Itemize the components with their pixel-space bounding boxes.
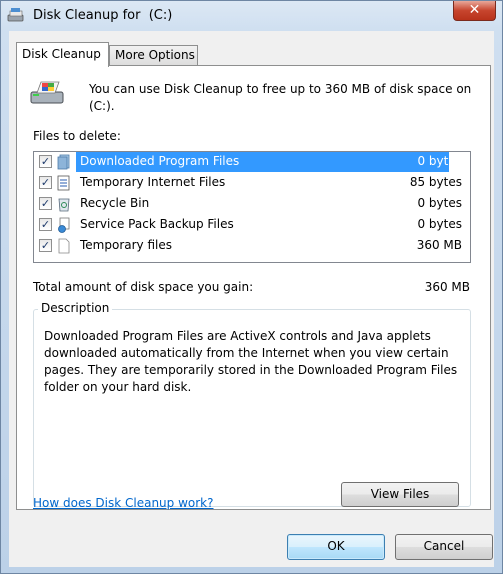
recycle-bin-icon (58, 198, 70, 212)
document-icon (57, 175, 70, 191)
file-size: 0 bytes (417, 154, 462, 168)
file-name: Temporary files (80, 238, 172, 252)
view-files-button[interactable]: View Files (341, 482, 459, 507)
close-button[interactable]: ✕ (453, 1, 496, 21)
file-size: 0 bytes (417, 196, 462, 210)
blank-file-icon (58, 238, 70, 254)
tab-panel-disk-cleanup: You can use Disk Cleanup to free up to 3… (16, 65, 491, 510)
disk-cleanup-window: Disk Cleanup for (C:) ✕ Disk Cleanup Mor… (0, 0, 503, 574)
window-title: Disk Cleanup for (C:) (33, 8, 173, 23)
file-row-recycle-bin[interactable]: ✓ Recycle Bin 0 bytes (34, 194, 470, 214)
total-space-label: Total amount of disk space you gain: (33, 280, 254, 294)
file-row-temporary-files[interactable]: ✓ Temporary files 360 MB (34, 236, 470, 256)
folder-icon (57, 154, 70, 170)
checkbox-temporary-internet-files[interactable]: ✓ (39, 176, 52, 189)
file-row-temporary-internet-files[interactable]: ✓ Temporary Internet Files 85 bytes (34, 173, 470, 193)
close-icon: ✕ (468, 2, 481, 18)
file-row-downloaded-program-files[interactable]: ✓ Downloaded Program Files 0 bytes (34, 152, 470, 172)
total-space-value: 360 MB (424, 280, 470, 294)
backup-icon (58, 217, 70, 233)
tab-more-options[interactable]: More Options (109, 45, 198, 66)
file-size: 0 bytes (417, 217, 462, 231)
file-row-service-pack-backup-files[interactable]: ✓ Service Pack Backup Files 0 bytes (34, 215, 470, 235)
title-bar[interactable]: Disk Cleanup for (C:) ✕ (1, 1, 502, 31)
checkbox-service-pack-backup-files[interactable]: ✓ (39, 218, 52, 231)
tab-disk-cleanup[interactable]: Disk Cleanup (16, 42, 109, 67)
file-name: Temporary Internet Files (80, 175, 226, 189)
file-size: 360 MB (416, 238, 462, 252)
help-link[interactable]: How does Disk Cleanup work? (33, 496, 214, 510)
description-groupbox: Description Downloaded Program Files are… (33, 301, 471, 507)
checkbox-recycle-bin[interactable]: ✓ (39, 197, 52, 210)
file-name: Downloaded Program Files (80, 154, 240, 168)
description-legend: Description (38, 301, 113, 315)
disk-cleanup-icon (30, 81, 64, 104)
file-size: 85 bytes (409, 175, 462, 189)
files-to-delete-list[interactable]: ✓ Downloaded Program Files 0 bytes ✓ Tem… (33, 151, 471, 263)
intro-text: You can use Disk Cleanup to free up to 3… (89, 82, 472, 113)
disk-cleanup-app-icon (7, 8, 24, 22)
file-name: Service Pack Backup Files (80, 217, 234, 231)
description-text: Downloaded Program Files are ActiveX con… (44, 329, 458, 394)
cancel-button[interactable]: Cancel (395, 534, 493, 560)
checkbox-downloaded-program-files[interactable]: ✓ (39, 155, 52, 168)
ok-button[interactable]: OK (287, 534, 385, 560)
checkbox-temporary-files[interactable]: ✓ (39, 239, 52, 252)
file-name: Recycle Bin (80, 196, 150, 210)
files-to-delete-label: Files to delete: (33, 129, 121, 143)
dialog-client-area: Disk Cleanup More Options You can use Di… (9, 31, 494, 567)
